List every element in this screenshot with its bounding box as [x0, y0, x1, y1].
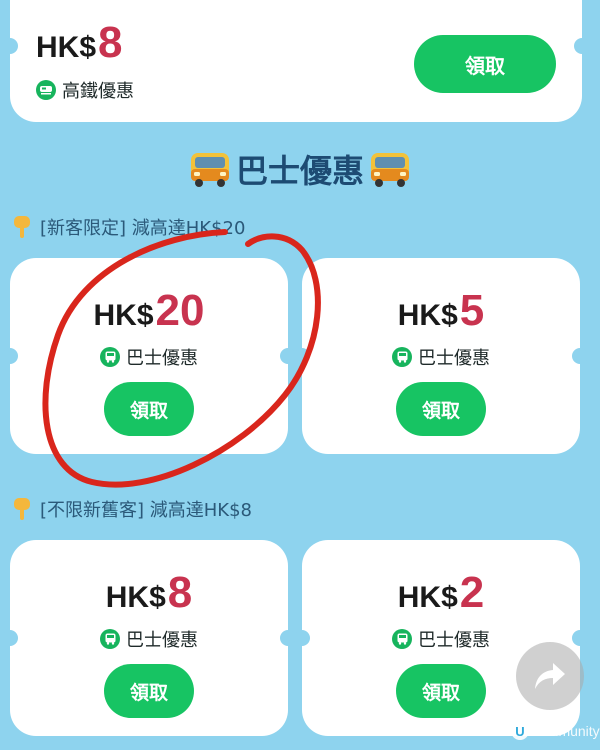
watermark-logo: U: [511, 722, 529, 740]
coupon-tag: 巴士優惠: [10, 626, 288, 652]
coupon-card-bus-20: HK$ 20 巴士優惠 領取: [2, 258, 296, 454]
coupon-card-bus-8: HK$ 8 巴士優惠 領取: [2, 540, 296, 736]
amount-value: 8: [98, 18, 123, 67]
currency-label: HK$: [36, 31, 97, 64]
coupon-tag-label: 高鐵優惠: [62, 81, 134, 102]
coupon-tag-label: 巴士優惠: [126, 348, 198, 369]
coupon-tag: 巴士優惠: [10, 344, 288, 370]
amount-value: 8: [167, 568, 193, 617]
currency-label: HK$: [93, 299, 154, 332]
coupon-card-bus-5: HK$ 5 巴士優惠 領取: [294, 258, 588, 454]
coupon-price: HK$ 5: [302, 286, 580, 336]
claim-button[interactable]: 領取: [104, 382, 194, 436]
claim-button[interactable]: 領取: [414, 35, 556, 93]
promo-text: [新客限定] 減高達HK$20: [40, 218, 246, 239]
ticket-notch: [574, 38, 590, 54]
section-title-text: 巴士優惠: [235, 152, 364, 190]
amount-value: 20: [155, 286, 205, 335]
coupon-tag-label: 巴士優惠: [126, 630, 198, 651]
watermark: U community: [511, 722, 600, 740]
coupon-price: HK$ 8: [36, 18, 123, 68]
ticket-notch: [2, 38, 18, 54]
currency-label: HK$: [397, 581, 458, 614]
bus-icon: [100, 629, 120, 649]
promo-text: [不限新舊客] 減高達HK$8: [40, 500, 253, 521]
claim-button[interactable]: 領取: [396, 382, 486, 436]
pointing-down-hand-icon: [14, 498, 30, 520]
promo-label: [新客限定] 減高達HK$20: [12, 214, 245, 240]
coupon-tag-label: 巴士優惠: [418, 348, 490, 369]
amount-value: 2: [459, 568, 485, 617]
coupon-card-rail: HK$ 8 高鐵優惠 領取: [2, 0, 590, 122]
coupon-price: HK$ 8: [10, 568, 288, 618]
bus-icon: [190, 153, 229, 187]
claim-button[interactable]: 領取: [104, 664, 194, 718]
pointing-down-hand-icon: [14, 216, 30, 238]
coupon-tag: 巴士優惠: [302, 344, 580, 370]
coupon-price: HK$ 2: [302, 568, 580, 618]
claim-button[interactable]: 領取: [396, 664, 486, 718]
promo-label: [不限新舊客] 減高達HK$8: [12, 496, 252, 522]
coupon-price: HK$ 20: [10, 286, 288, 336]
amount-value: 5: [459, 286, 485, 335]
bus-icon: [392, 629, 412, 649]
share-button[interactable]: [516, 642, 584, 710]
section-title: 巴士優惠: [0, 146, 600, 192]
bus-icon: [371, 153, 409, 187]
watermark-text: community: [532, 723, 600, 739]
train-icon: [36, 80, 56, 100]
bus-icon: [100, 347, 120, 367]
currency-label: HK$: [397, 299, 458, 332]
coupon-tag: 高鐵優惠: [36, 77, 134, 103]
share-arrow-icon: [535, 663, 565, 689]
bus-icon: [392, 347, 412, 367]
coupon-tag-label: 巴士優惠: [418, 630, 490, 651]
currency-label: HK$: [105, 581, 166, 614]
